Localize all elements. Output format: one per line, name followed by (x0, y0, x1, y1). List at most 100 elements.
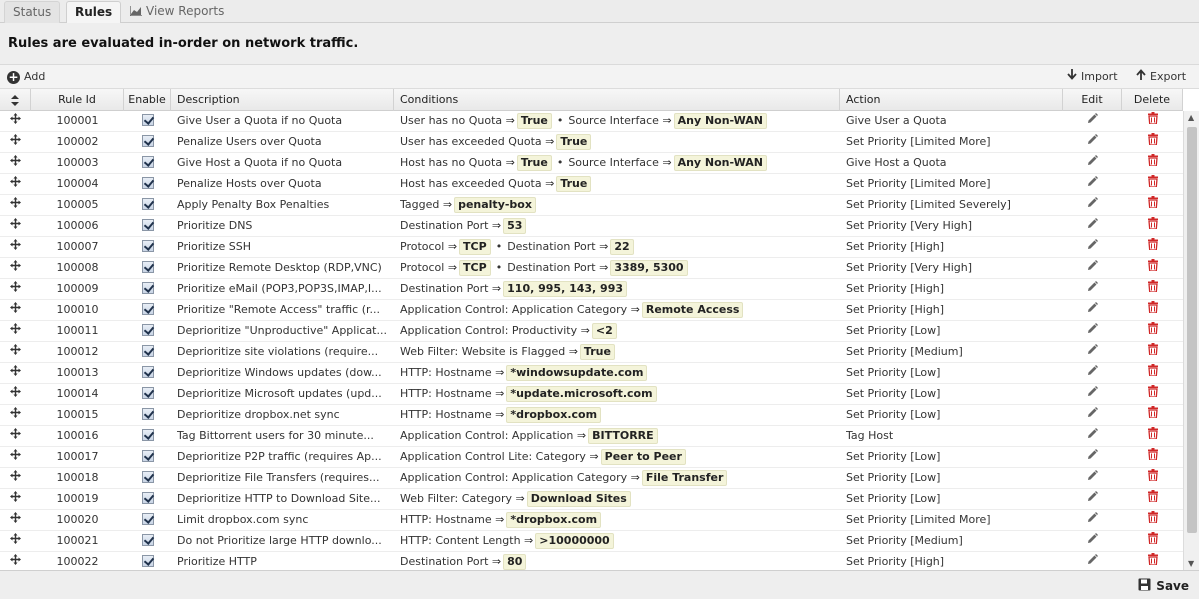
drag-handle-icon[interactable] (0, 279, 31, 300)
import-button[interactable]: Import (1067, 68, 1118, 86)
enable-checkbox[interactable] (141, 450, 154, 462)
drag-handle-icon[interactable] (0, 426, 31, 447)
enable-checkbox[interactable] (141, 114, 154, 126)
table-row[interactable]: 100004 Penalize Hosts over Quota Host has … (0, 174, 1183, 195)
scrollbar-thumb[interactable] (1187, 127, 1197, 533)
drag-handle-icon[interactable] (0, 531, 31, 552)
edit-pencil-icon[interactable] (1063, 132, 1122, 153)
delete-trash-icon[interactable] (1122, 342, 1183, 363)
table-row[interactable]: 100017 Deprioritize P2P traffic (requires… (0, 447, 1183, 468)
drag-handle-icon[interactable] (0, 237, 31, 258)
enable-column-header[interactable]: Enable (124, 89, 171, 111)
table-row[interactable]: 100020 Limit dropbox.com sync HTTP: Hostna… (0, 510, 1183, 531)
edit-pencil-icon[interactable] (1063, 531, 1122, 552)
drag-handle-icon[interactable] (0, 195, 31, 216)
delete-trash-icon[interactable] (1122, 153, 1183, 174)
table-row[interactable]: 100009 Prioritize eMail (POP3,POP3S,IMAP,… (0, 279, 1183, 300)
delete-trash-icon[interactable] (1122, 195, 1183, 216)
conditions-column-header[interactable]: Conditions (394, 89, 840, 111)
enable-checkbox[interactable] (141, 303, 154, 315)
vertical-scrollbar[interactable]: ▲ ▼ (1183, 111, 1199, 570)
drag-handle-icon[interactable] (0, 552, 31, 570)
delete-trash-icon[interactable] (1122, 258, 1183, 279)
edit-pencil-icon[interactable] (1063, 300, 1122, 321)
tab-rules[interactable]: Rules (66, 1, 122, 24)
table-row[interactable]: 100005 Apply Penalty Box Penalties Tagged … (0, 195, 1183, 216)
edit-pencil-icon[interactable] (1063, 258, 1122, 279)
export-button[interactable]: Export (1136, 68, 1186, 86)
delete-trash-icon[interactable] (1122, 510, 1183, 531)
enable-checkbox[interactable] (141, 282, 154, 294)
drag-handle-icon[interactable] (0, 174, 31, 195)
drag-handle-icon[interactable] (0, 111, 31, 132)
drag-handle-icon[interactable] (0, 342, 31, 363)
edit-pencil-icon[interactable] (1063, 111, 1122, 132)
add-button[interactable]: + Add (7, 68, 45, 86)
enable-checkbox[interactable] (141, 198, 154, 210)
edit-pencil-icon[interactable] (1063, 468, 1122, 489)
delete-trash-icon[interactable] (1122, 216, 1183, 237)
table-row[interactable]: 100016 Tag Bittorrent users for 30 minute… (0, 426, 1183, 447)
enable-checkbox[interactable] (141, 513, 154, 525)
delete-trash-icon[interactable] (1122, 279, 1183, 300)
drag-handle-icon[interactable] (0, 216, 31, 237)
drag-handle-icon[interactable] (0, 510, 31, 531)
enable-checkbox[interactable] (141, 135, 154, 147)
scroll-down-icon[interactable]: ▼ (1188, 559, 1194, 568)
action-column-header[interactable]: Action (840, 89, 1063, 111)
drag-handle-icon[interactable] (0, 258, 31, 279)
enable-checkbox[interactable] (141, 534, 154, 546)
table-row[interactable]: 100018 Deprioritize File Transfers (requi… (0, 468, 1183, 489)
table-row[interactable]: 100021 Do not Prioritize large HTTP downl… (0, 531, 1183, 552)
table-row[interactable]: 100003 Give Host a Quota if no Quota Host … (0, 153, 1183, 174)
delete-trash-icon[interactable] (1122, 132, 1183, 153)
table-row[interactable]: 100007 Prioritize SSH Protocol ⇒ TCP • Destin… (0, 237, 1183, 258)
edit-pencil-icon[interactable] (1063, 174, 1122, 195)
delete-trash-icon[interactable] (1122, 384, 1183, 405)
delete-trash-icon[interactable] (1122, 468, 1183, 489)
delete-trash-icon[interactable] (1122, 426, 1183, 447)
delete-column-header[interactable]: Delete (1122, 89, 1183, 111)
rule-id-column-header[interactable]: Rule Id (31, 89, 124, 111)
sort-column-header[interactable] (0, 89, 31, 111)
tab-view-reports[interactable]: View Reports (122, 1, 232, 23)
enable-checkbox[interactable] (141, 366, 154, 378)
table-row[interactable]: 100015 Deprioritize dropbox.net sync HTTP:… (0, 405, 1183, 426)
edit-pencil-icon[interactable] (1063, 216, 1122, 237)
edit-pencil-icon[interactable] (1063, 510, 1122, 531)
enable-checkbox[interactable] (141, 261, 154, 273)
table-row[interactable]: 100014 Deprioritize Microsoft updates (up… (0, 384, 1183, 405)
drag-handle-icon[interactable] (0, 321, 31, 342)
enable-checkbox[interactable] (141, 492, 154, 504)
enable-checkbox[interactable] (141, 471, 154, 483)
delete-trash-icon[interactable] (1122, 237, 1183, 258)
table-row[interactable]: 100010 Prioritize "Remote Access" traffic… (0, 300, 1183, 321)
edit-pencil-icon[interactable] (1063, 447, 1122, 468)
drag-handle-icon[interactable] (0, 300, 31, 321)
delete-trash-icon[interactable] (1122, 300, 1183, 321)
table-row[interactable]: 100022 Prioritize HTTP Destination Port ⇒ 8… (0, 552, 1183, 570)
enable-checkbox[interactable] (141, 240, 154, 252)
delete-trash-icon[interactable] (1122, 111, 1183, 132)
edit-pencil-icon[interactable] (1063, 195, 1122, 216)
delete-trash-icon[interactable] (1122, 531, 1183, 552)
table-row[interactable]: 100001 Give User a Quota if no Quota User … (0, 111, 1183, 132)
enable-checkbox[interactable] (141, 177, 154, 189)
scroll-up-icon[interactable]: ▲ (1188, 113, 1194, 122)
delete-trash-icon[interactable] (1122, 174, 1183, 195)
delete-trash-icon[interactable] (1122, 552, 1183, 570)
table-row[interactable]: 100011 Deprioritize "Unproductive" Applic… (0, 321, 1183, 342)
drag-handle-icon[interactable] (0, 132, 31, 153)
description-column-header[interactable]: Description (171, 89, 394, 111)
table-row[interactable]: 100012 Deprioritize site violations (requ… (0, 342, 1183, 363)
enable-checkbox[interactable] (141, 408, 154, 420)
edit-pencil-icon[interactable] (1063, 321, 1122, 342)
table-row[interactable]: 100019 Deprioritize HTTP to Download Site… (0, 489, 1183, 510)
edit-pencil-icon[interactable] (1063, 237, 1122, 258)
table-row[interactable]: 100008 Prioritize Remote Desktop (RDP,VNC… (0, 258, 1183, 279)
drag-handle-icon[interactable] (0, 363, 31, 384)
edit-pencil-icon[interactable] (1063, 279, 1122, 300)
enable-checkbox[interactable] (141, 324, 154, 336)
edit-pencil-icon[interactable] (1063, 489, 1122, 510)
enable-checkbox[interactable] (141, 429, 154, 441)
